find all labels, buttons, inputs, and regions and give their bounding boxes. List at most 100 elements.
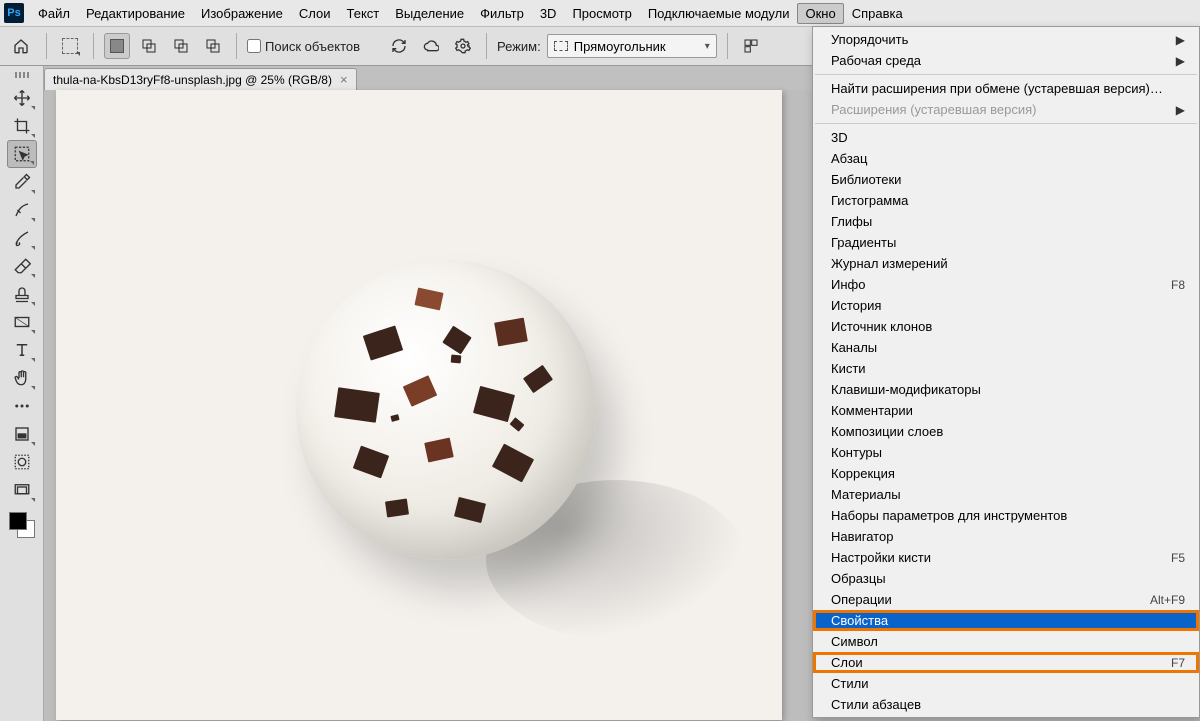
menu-item-градиенты[interactable]: Градиенты — [813, 232, 1199, 253]
menu-item-библиотеки[interactable]: Библиотеки — [813, 169, 1199, 190]
mode-label: Режим: — [497, 39, 541, 54]
more-tools[interactable] — [7, 392, 37, 420]
menu-фильтр[interactable]: Фильтр — [472, 3, 532, 24]
screenmode-tool[interactable] — [7, 476, 37, 504]
menu-окно[interactable]: Окно — [797, 3, 843, 24]
menu-item-инфо[interactable]: ИнфоF8 — [813, 274, 1199, 295]
menu-item-источник-клонов[interactable]: Источник клонов — [813, 316, 1199, 337]
menu-справка[interactable]: Справка — [844, 3, 911, 24]
menu-item-слои[interactable]: СлоиF7 — [813, 652, 1199, 673]
window-menu-dropdown: Упорядочить▶Рабочая среда▶ Найти расширен… — [812, 26, 1200, 718]
menu-item-глифы[interactable]: Глифы — [813, 211, 1199, 232]
menu-текст[interactable]: Текст — [339, 3, 388, 24]
submenu-arrow-icon: ▶ — [1176, 103, 1185, 117]
mode-new-icon[interactable] — [104, 33, 130, 59]
menu-item-label: Стили — [831, 676, 1185, 691]
menu-слои[interactable]: Слои — [291, 3, 339, 24]
menu-3d[interactable]: 3D — [532, 3, 565, 24]
menu-изображение[interactable]: Изображение — [193, 3, 291, 24]
menu-item-стили[interactable]: Стили — [813, 673, 1199, 694]
edit-toolbar[interactable] — [7, 420, 37, 448]
menu-item-label: Слои — [831, 655, 1171, 670]
gradient-tool[interactable] — [7, 308, 37, 336]
menu-item-образцы[interactable]: Образцы — [813, 568, 1199, 589]
object-search-check[interactable] — [247, 39, 261, 53]
menu-item-каналы[interactable]: Каналы — [813, 337, 1199, 358]
canvas[interactable] — [56, 90, 782, 720]
menu-item-рабочая-среда[interactable]: Рабочая среда▶ — [813, 50, 1199, 71]
menu-item-label: 3D — [831, 130, 1185, 145]
refresh-icon[interactable] — [386, 33, 412, 59]
menubar: Ps ФайлРедактированиеИзображениеСлоиТекс… — [0, 0, 1200, 26]
menu-item-label: Кисти — [831, 361, 1185, 376]
menu-item-контуры[interactable]: Контуры — [813, 442, 1199, 463]
menu-редактирование[interactable]: Редактирование — [78, 3, 193, 24]
menu-item-клавиши-модификаторы[interactable]: Клавиши-модификаторы — [813, 379, 1199, 400]
menu-item-label: Библиотеки — [831, 172, 1185, 187]
menu-item-абзац[interactable]: Абзац — [813, 148, 1199, 169]
menu-просмотр[interactable]: Просмотр — [564, 3, 639, 24]
close-icon[interactable]: × — [340, 72, 348, 87]
menu-item-настройки-кисти[interactable]: Настройки кистиF5 — [813, 547, 1199, 568]
menu-item-найти-расширения-при-обмене-(устаревшая-версия)…[interactable]: Найти расширения при обмене (устаревшая … — [813, 78, 1199, 99]
menu-item-стили-абзацев[interactable]: Стили абзацев — [813, 694, 1199, 715]
menu-item-label: Материалы — [831, 487, 1185, 502]
healing-brush-tool[interactable] — [7, 196, 37, 224]
menu-item-навигатор[interactable]: Навигатор — [813, 526, 1199, 547]
canvas-image — [296, 260, 596, 560]
menu-item-операции[interactable]: ОперацииAlt+F9 — [813, 589, 1199, 610]
foreground-color[interactable] — [9, 512, 27, 530]
menu-item-материалы[interactable]: Материалы — [813, 484, 1199, 505]
object-select-tool[interactable] — [7, 140, 37, 168]
menu-item-гистограмма[interactable]: Гистограмма — [813, 190, 1199, 211]
menu-item-label: Наборы параметров для инструментов — [831, 508, 1185, 523]
mode-intersect-icon[interactable] — [200, 33, 226, 59]
menu-item-упорядочить[interactable]: Упорядочить▶ — [813, 29, 1199, 50]
stamp-tool[interactable] — [7, 280, 37, 308]
document-tab[interactable]: thula-na-KbsD13ryFf8-unsplash.jpg @ 25% … — [44, 68, 357, 90]
select-subject-icon[interactable] — [738, 33, 764, 59]
menu-item-композиции-слоев[interactable]: Композиции слоев — [813, 421, 1199, 442]
tool-preset-icon[interactable] — [57, 33, 83, 59]
home-icon[interactable] — [6, 32, 36, 60]
toolbar-grip[interactable] — [10, 72, 34, 78]
menu-item-свойства[interactable]: Свойства — [813, 610, 1199, 631]
hand-tool[interactable] — [7, 364, 37, 392]
gear-icon[interactable] — [450, 33, 476, 59]
menu-подключаемые модули[interactable]: Подключаемые модули — [640, 3, 798, 24]
menu-item-label: Журнал измерений — [831, 256, 1185, 271]
brush-tool[interactable] — [7, 224, 37, 252]
menu-item-label: Найти расширения при обмене (устаревшая … — [831, 81, 1185, 96]
quickmask-tool[interactable] — [7, 448, 37, 476]
eraser-tool[interactable] — [7, 252, 37, 280]
menu-item-комментарии[interactable]: Комментарии — [813, 400, 1199, 421]
mode-select[interactable]: Прямоугольник ▾ — [547, 34, 717, 58]
menu-item-коррекция[interactable]: Коррекция — [813, 463, 1199, 484]
move-tool[interactable] — [7, 84, 37, 112]
type-tool[interactable] — [7, 336, 37, 364]
menu-item-история[interactable]: История — [813, 295, 1199, 316]
chevron-down-icon: ▾ — [705, 41, 710, 52]
menu-item-журнал-измерений[interactable]: Журнал измерений — [813, 253, 1199, 274]
menu-item-shortcut: F7 — [1171, 656, 1185, 670]
eyedropper-tool[interactable] — [7, 168, 37, 196]
mode-subtract-icon[interactable] — [168, 33, 194, 59]
tool-palette — [0, 66, 44, 721]
menu-item-label: Коррекция — [831, 466, 1185, 481]
foreground-background-swatch[interactable] — [7, 510, 37, 540]
menu-item-наборы-параметров-для-инструментов[interactable]: Наборы параметров для инструментов — [813, 505, 1199, 526]
menu-item-3d[interactable]: 3D — [813, 127, 1199, 148]
crop-tool[interactable] — [7, 112, 37, 140]
object-search-checkbox[interactable]: Поиск объектов — [247, 39, 360, 54]
menu-файл[interactable]: Файл — [30, 3, 78, 24]
menu-item-label: Навигатор — [831, 529, 1185, 544]
menu-item-кисти[interactable]: Кисти — [813, 358, 1199, 379]
document-tab-title: thula-na-KbsD13ryFf8-unsplash.jpg @ 25% … — [53, 73, 332, 87]
menu-item-label: Операции — [831, 592, 1150, 607]
mode-add-icon[interactable] — [136, 33, 162, 59]
menu-выделение[interactable]: Выделение — [387, 3, 472, 24]
cloud-icon[interactable] — [418, 33, 444, 59]
menu-item-label: Образцы — [831, 571, 1185, 586]
menu-item-label: История — [831, 298, 1185, 313]
menu-item-символ[interactable]: Символ — [813, 631, 1199, 652]
